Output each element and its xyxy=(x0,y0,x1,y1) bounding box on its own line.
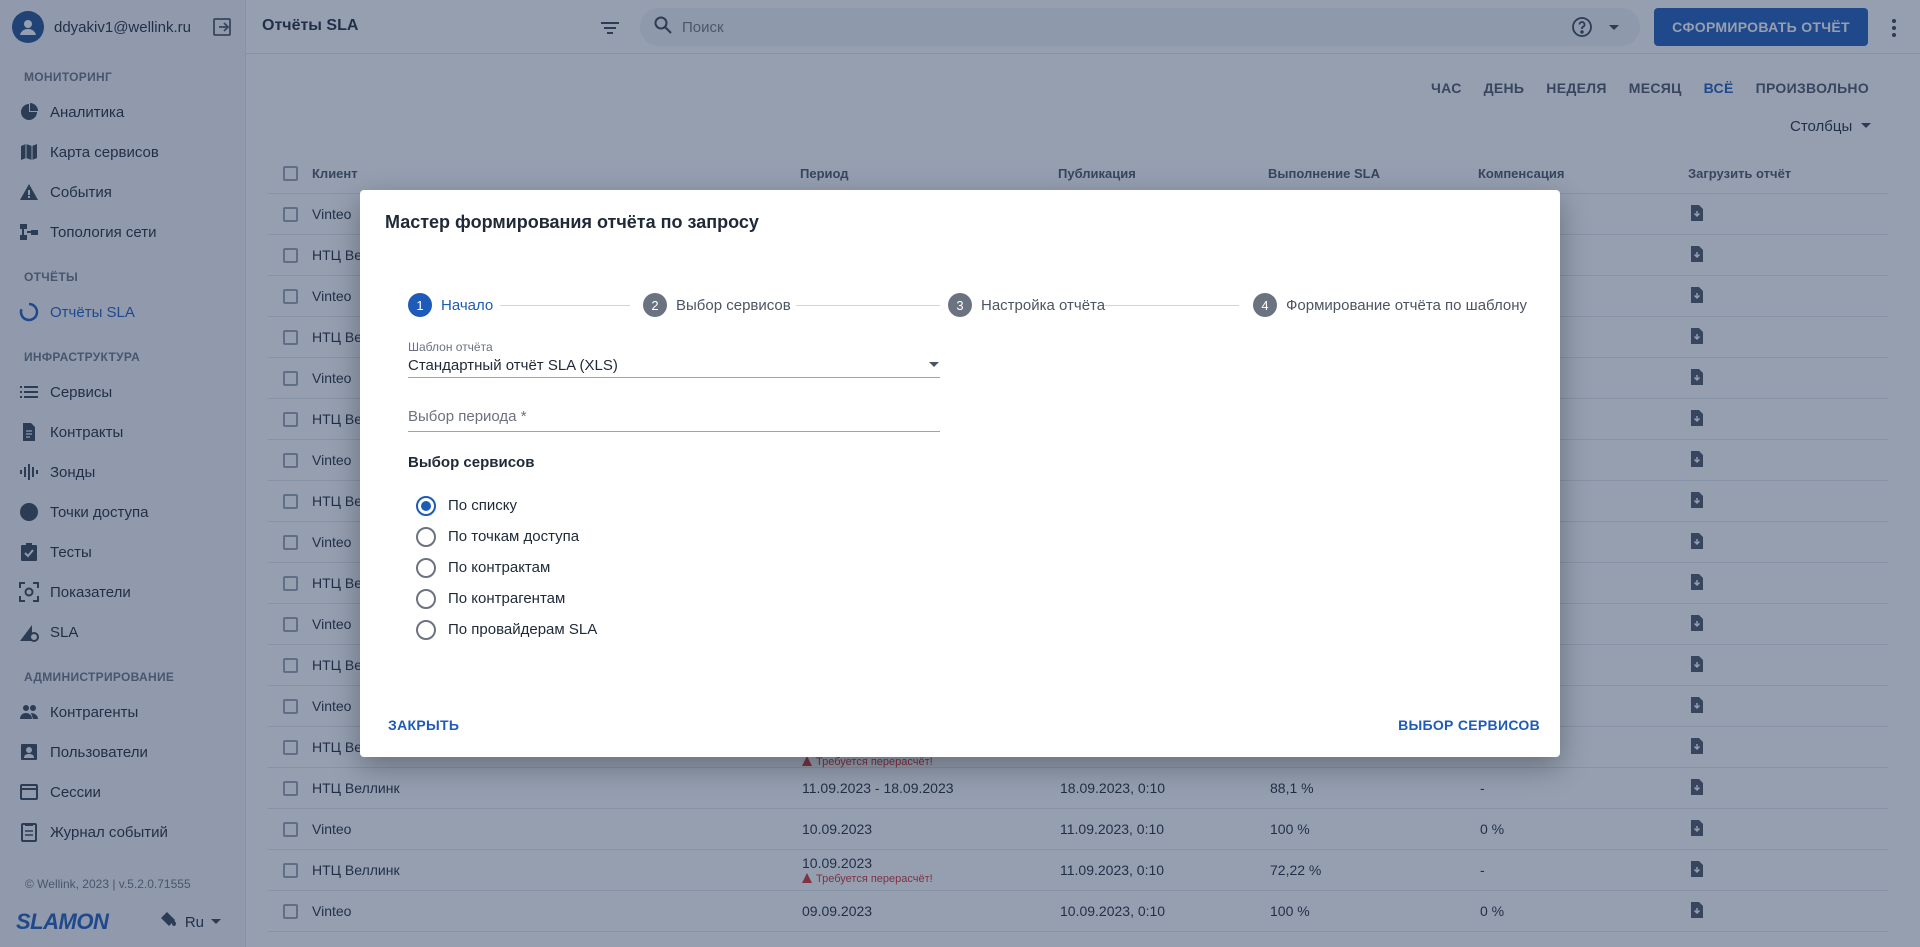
radio-by-list[interactable]: По списку xyxy=(416,490,597,521)
step-start[interactable]: 1 Начало xyxy=(408,292,493,318)
next-select-services-button[interactable]: ВЫБОР СЕРВИСОВ xyxy=(1398,717,1540,733)
wizard-stepper: 1 Начало 2 Выбор сервисов 3 Настройка от… xyxy=(408,292,1527,318)
radio-label: По контрактам xyxy=(448,559,551,576)
radio-button[interactable] xyxy=(416,619,436,640)
services-radio-group: По списку По точкам доступа По контракта… xyxy=(416,490,597,645)
step-connector xyxy=(500,305,630,306)
radio-label: По контрагентам xyxy=(448,590,566,607)
step-number: 1 xyxy=(408,293,432,317)
template-value: Стандартный отчёт SLA (XLS) xyxy=(408,357,618,374)
step-connector xyxy=(796,305,940,306)
radio-label: По точкам доступа xyxy=(448,528,580,545)
step-template-generation[interactable]: 4 Формирование отчёта по шаблону xyxy=(1253,292,1527,318)
step-select-services[interactable]: 2 Выбор сервисов xyxy=(643,292,791,318)
step-number: 2 xyxy=(643,293,667,317)
radio-button[interactable] xyxy=(416,557,436,578)
radio-button[interactable] xyxy=(416,526,436,547)
services-selection-title: Выбор сервисов xyxy=(408,454,535,471)
radio-by-access-points[interactable]: По точкам доступа xyxy=(416,521,597,552)
radio-label: По списку xyxy=(448,497,518,514)
report-wizard-dialog: Мастер формирования отчёта по запросу 1 … xyxy=(360,190,1560,757)
radio-button[interactable] xyxy=(416,495,436,516)
step-label: Настройка отчёта xyxy=(981,296,1106,314)
step-label: Формирование отчёта по шаблону xyxy=(1286,296,1528,314)
dialog-title: Мастер формирования отчёта по запросу xyxy=(385,212,759,232)
radio-button[interactable] xyxy=(416,588,436,609)
chevron-down-icon xyxy=(928,357,940,374)
radio-by-counterparties[interactable]: По контрагентам xyxy=(416,583,597,614)
step-connector xyxy=(1103,305,1239,306)
radio-by-contracts[interactable]: По контрактам xyxy=(416,552,597,583)
step-label: Выбор сервисов xyxy=(676,296,791,314)
step-number: 4 xyxy=(1253,293,1277,317)
template-select[interactable]: Стандартный отчёт SLA (XLS) xyxy=(408,354,940,378)
period-picker-input[interactable]: Выбор периода * xyxy=(408,408,940,432)
close-button[interactable]: ЗАКРЫТЬ xyxy=(388,717,459,733)
radio-by-sla-providers[interactable]: По провайдерам SLA xyxy=(416,614,597,645)
step-label: Начало xyxy=(441,296,494,314)
radio-label: По провайдерам SLA xyxy=(448,621,598,638)
step-number: 3 xyxy=(948,293,972,317)
step-report-settings[interactable]: 3 Настройка отчёта xyxy=(948,292,1105,318)
template-label: Шаблон отчёта xyxy=(408,340,493,354)
